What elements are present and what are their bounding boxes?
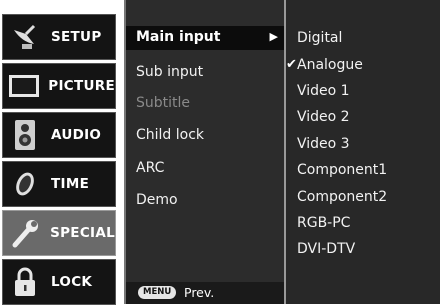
tv-screen-icon [7,68,40,104]
triangle-right-icon: ▶ [269,30,278,43]
category-label: SPECIAL [50,225,115,241]
satellite-dish-icon [7,19,43,55]
category-audio[interactable]: AUDIO [2,112,116,158]
category-label: LOCK [51,274,93,290]
option-component2[interactable]: Component2 [297,189,387,205]
category-label: AUDIO [51,127,102,143]
option-video-3[interactable]: Video 3 [297,136,350,152]
submenu-item-child-lock[interactable]: Child lock [136,127,204,143]
wrench-icon [7,215,42,251]
category-special[interactable]: SPECIAL [2,210,116,256]
submenu-item-label: Main input [136,29,221,45]
category-sidebar: SETUP PICTURE AUDIO TIME SPECIAL LOCK [0,0,118,305]
category-label: PICTURE [48,78,115,94]
category-label: SETUP [51,29,102,45]
special-submenu: Main input ▶ Sub input Subtitle Child lo… [124,0,286,304]
category-lock[interactable]: LOCK [2,259,116,305]
option-analogue[interactable]: Analogue [297,57,363,73]
submenu-item-sub-input[interactable]: Sub input [136,64,203,80]
category-time[interactable]: TIME [2,161,116,207]
menu-key-icon: MENU [138,286,177,299]
osd-screen: SETUP PICTURE AUDIO TIME SPECIAL LOCK Ma… [0,0,440,305]
bottom-hint-bar: MENU Prev. [126,282,284,304]
submenu-item-arc[interactable]: ARC [136,160,164,176]
category-picture[interactable]: PICTURE [2,63,116,109]
prev-hint[interactable]: Prev. [184,285,214,300]
input-options-list: ✔ Digital Analogue Video 1 Video 2 Video… [286,0,440,304]
submenu-item-demo[interactable]: Demo [136,192,178,208]
category-label: TIME [51,176,90,192]
submenu-item-main-input[interactable]: Main input ▶ [126,26,284,50]
padlock-icon [7,264,43,300]
checkmark-icon: ✔ [286,57,297,72]
option-rgb-pc[interactable]: RGB-PC [297,215,350,231]
option-dvi-dtv[interactable]: DVI-DTV [297,241,355,257]
option-video-1[interactable]: Video 1 [297,83,350,99]
category-setup[interactable]: SETUP [2,14,116,60]
submenu-item-subtitle: Subtitle [136,95,191,111]
option-digital[interactable]: Digital [297,30,342,46]
clock-icon [7,166,43,202]
speaker-icon [7,117,43,153]
option-component1[interactable]: Component1 [297,162,387,178]
option-video-2[interactable]: Video 2 [297,109,350,125]
